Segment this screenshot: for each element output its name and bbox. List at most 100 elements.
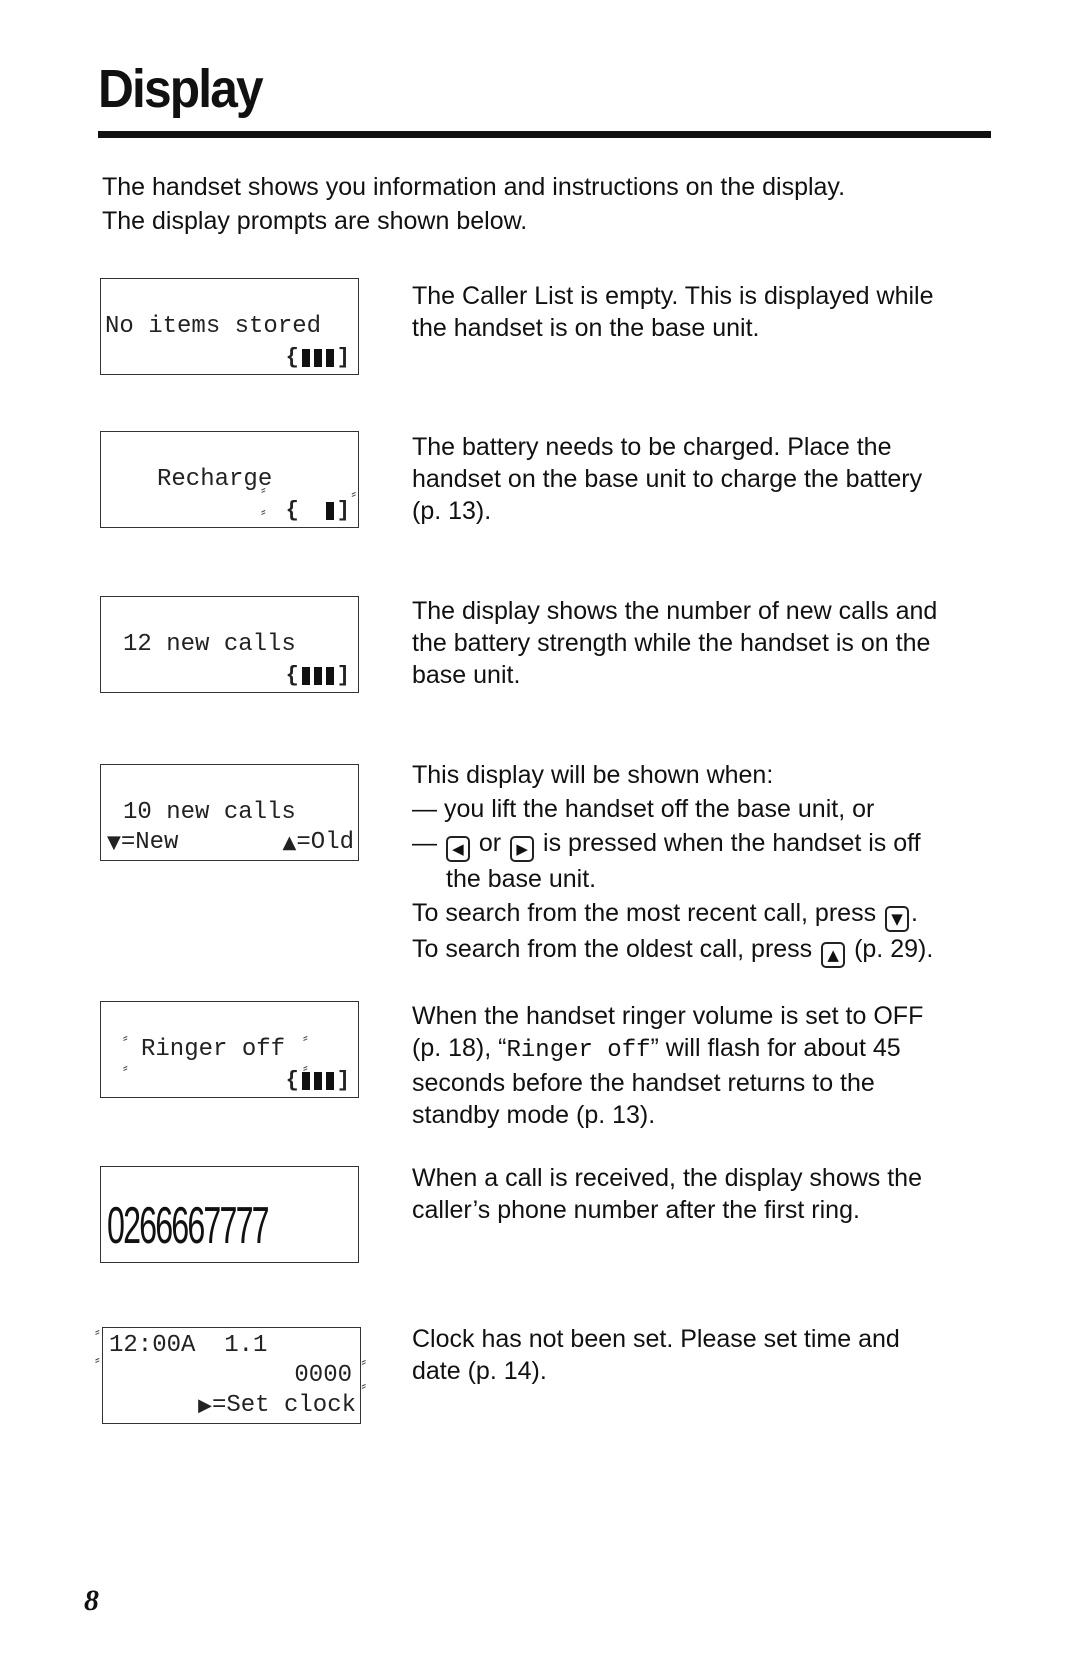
battery-bar <box>325 666 334 685</box>
flash-mark-icon: ⸗ <box>261 481 266 497</box>
lcd-10-new-calls: 10 new calls ▼=New ▲=Old <box>100 764 359 861</box>
battery-bracket-left: { <box>285 498 299 523</box>
up-key-icon: ▲ <box>821 942 846 968</box>
description-line: handset on the base unit to charge the b… <box>412 465 923 493</box>
description-line: seconds before the handset returns to th… <box>412 1069 875 1097</box>
description-line: (p. 18), “Ringer off” will flash for abo… <box>412 1032 992 1067</box>
battery-bracket-left: { <box>285 1068 299 1093</box>
lcd-set-clock-label: =Set clock <box>211 1392 356 1419</box>
battery-bracket-right: ] <box>336 345 350 370</box>
description-line: standby mode (p. 13). <box>412 1101 656 1129</box>
flash-mark-icon: ⸗ <box>361 1377 366 1393</box>
right-triangle-icon: ▶ <box>198 1395 212 1416</box>
description-line: When the handset ringer volume is set to… <box>412 1002 924 1030</box>
flash-mark-icon: ⸗ <box>95 1351 100 1367</box>
battery-bar <box>301 1071 310 1090</box>
down-triangle-icon: ▼ <box>107 832 121 853</box>
battery-bracket-left: { <box>285 663 299 688</box>
battery-icon: { ] <box>286 1068 350 1093</box>
flash-mark-icon: ⸗ <box>123 1029 128 1045</box>
description-line: (p. 13). <box>412 497 492 525</box>
description-text: (p. 18), “ <box>412 1034 507 1062</box>
lcd-time-date: 12:00A 1.1 <box>109 1332 268 1359</box>
battery-bracket-right: ] <box>336 663 350 688</box>
description-text: To search from the oldest call, press <box>412 935 813 963</box>
page-title: Display <box>98 59 264 119</box>
battery-bar <box>313 1071 322 1090</box>
flash-mark-icon: ⸗ <box>361 1353 366 1369</box>
description-line: When a call is received, the display sho… <box>412 1164 922 1192</box>
description-line: — ◀ or ▶ is pressed when the handset is … <box>412 826 992 862</box>
lcd-set-clock-hint: ▶=Set clock <box>198 1392 356 1419</box>
intro-text: The handset shows you information and in… <box>102 170 845 238</box>
dash: — <box>412 829 437 857</box>
battery-icon: { ] <box>286 663 350 688</box>
flash-mark-icon: ⸗ <box>351 485 356 501</box>
page-number: 8 <box>84 1584 99 1617</box>
left-key-icon: ◀ <box>445 836 470 862</box>
description-line: The display shows the number of new call… <box>412 597 938 625</box>
description-recharge: The battery needs to be charged. Place t… <box>412 431 992 527</box>
down-key-icon: ▼ <box>885 906 910 932</box>
description-line: To search from the oldest call, press ▲ … <box>412 932 992 968</box>
lcd-set-clock: ⸗ ⸗ 12:00A 1.1 0000 ⸗ ⸗ ▶=Set clock <box>95 1324 366 1424</box>
description-text: ” will flash for about 45 <box>650 1034 901 1062</box>
description-line: the handset is on the base unit. <box>412 314 760 342</box>
flash-mark-icon: ⸗ <box>123 1059 128 1075</box>
battery-bar-empty <box>302 502 310 520</box>
description-line: This display will be shown when: <box>412 761 774 789</box>
up-triangle-icon: ▲ <box>282 832 297 853</box>
battery-bar <box>301 666 310 685</box>
caller-phone-number: 0266667777 <box>107 1197 270 1255</box>
intro-line: The display prompts are shown below. <box>102 207 528 235</box>
battery-bar <box>301 348 310 367</box>
lcd-line: 12 new calls <box>123 631 296 658</box>
battery-bar <box>325 1071 334 1090</box>
intro-line: The handset shows you information and in… <box>102 173 846 201</box>
lcd-line: No items stored <box>105 313 322 340</box>
description-line: — you lift the handset off the base unit… <box>412 795 875 823</box>
battery-icon: { ] <box>286 345 350 370</box>
description-12-new-calls: The display shows the number of new call… <box>412 595 992 691</box>
period: . <box>911 899 918 927</box>
lcd-old-label: =Old <box>296 829 354 856</box>
description-ringer-off: When the handset ringer volume is set to… <box>412 1000 992 1131</box>
display-prompt-text: Ringer off <box>506 1037 651 1064</box>
lcd-ringer-off: ⸗ ⸗ Ringer off ⸗ ⸗ { ] <box>100 1001 359 1098</box>
description-line: The Caller List is empty. This is displa… <box>412 282 934 310</box>
lcd-line: Ringer off <box>141 1036 286 1063</box>
battery-bracket-right: ] <box>336 498 350 523</box>
description-text: To search from the most recent call, pre… <box>412 899 877 927</box>
battery-bracket-left: { <box>285 345 299 370</box>
lcd-no-items-stored: No items stored { ] <box>100 278 359 375</box>
description-line: Clock has not been set. Please set time … <box>412 1325 900 1353</box>
description-10-new-calls: This display will be shown when: — you l… <box>412 758 992 968</box>
battery-bar <box>325 348 334 367</box>
lcd-caller-number: 0266667777 <box>100 1166 359 1263</box>
description-line: the battery strength while the handset i… <box>412 629 931 657</box>
description-line: To search from the most recent call, pre… <box>412 896 992 932</box>
lcd-counter: 0000 <box>294 1362 352 1389</box>
description-set-clock: Clock has not been set. Please set time … <box>412 1323 992 1387</box>
lcd-line: 10 new calls <box>123 799 296 826</box>
battery-bar <box>313 666 322 685</box>
title-rule <box>98 131 991 138</box>
description-text: is pressed when the handset is off <box>543 829 921 857</box>
battery-bracket-right: ] <box>336 1068 350 1093</box>
page-ref: (p. 29). <box>854 935 934 963</box>
battery-low-icon: { ] <box>286 498 350 523</box>
description-line: date (p. 14). <box>412 1357 547 1385</box>
lcd-12-new-calls: 12 new calls { ] <box>100 596 359 693</box>
battery-bar-empty <box>314 502 322 520</box>
lcd-recharge: Recharge ⸗ ⸗ ⸗ { ] <box>100 431 359 528</box>
lcd-line: Recharge <box>157 466 273 493</box>
flash-mark-icon: ⸗ <box>303 1029 308 1045</box>
description-no-items-stored: The Caller List is empty. This is displa… <box>412 280 992 344</box>
flash-mark-icon: ⸗ <box>261 503 266 519</box>
or-text: or <box>478 829 502 857</box>
description-line: base unit. <box>412 661 521 689</box>
lcd-old-hint: ▲=Old <box>283 829 354 856</box>
battery-bar <box>325 501 334 520</box>
description-line: caller’s phone number after the first ri… <box>412 1196 860 1224</box>
lcd-new-label: =New <box>120 829 179 856</box>
